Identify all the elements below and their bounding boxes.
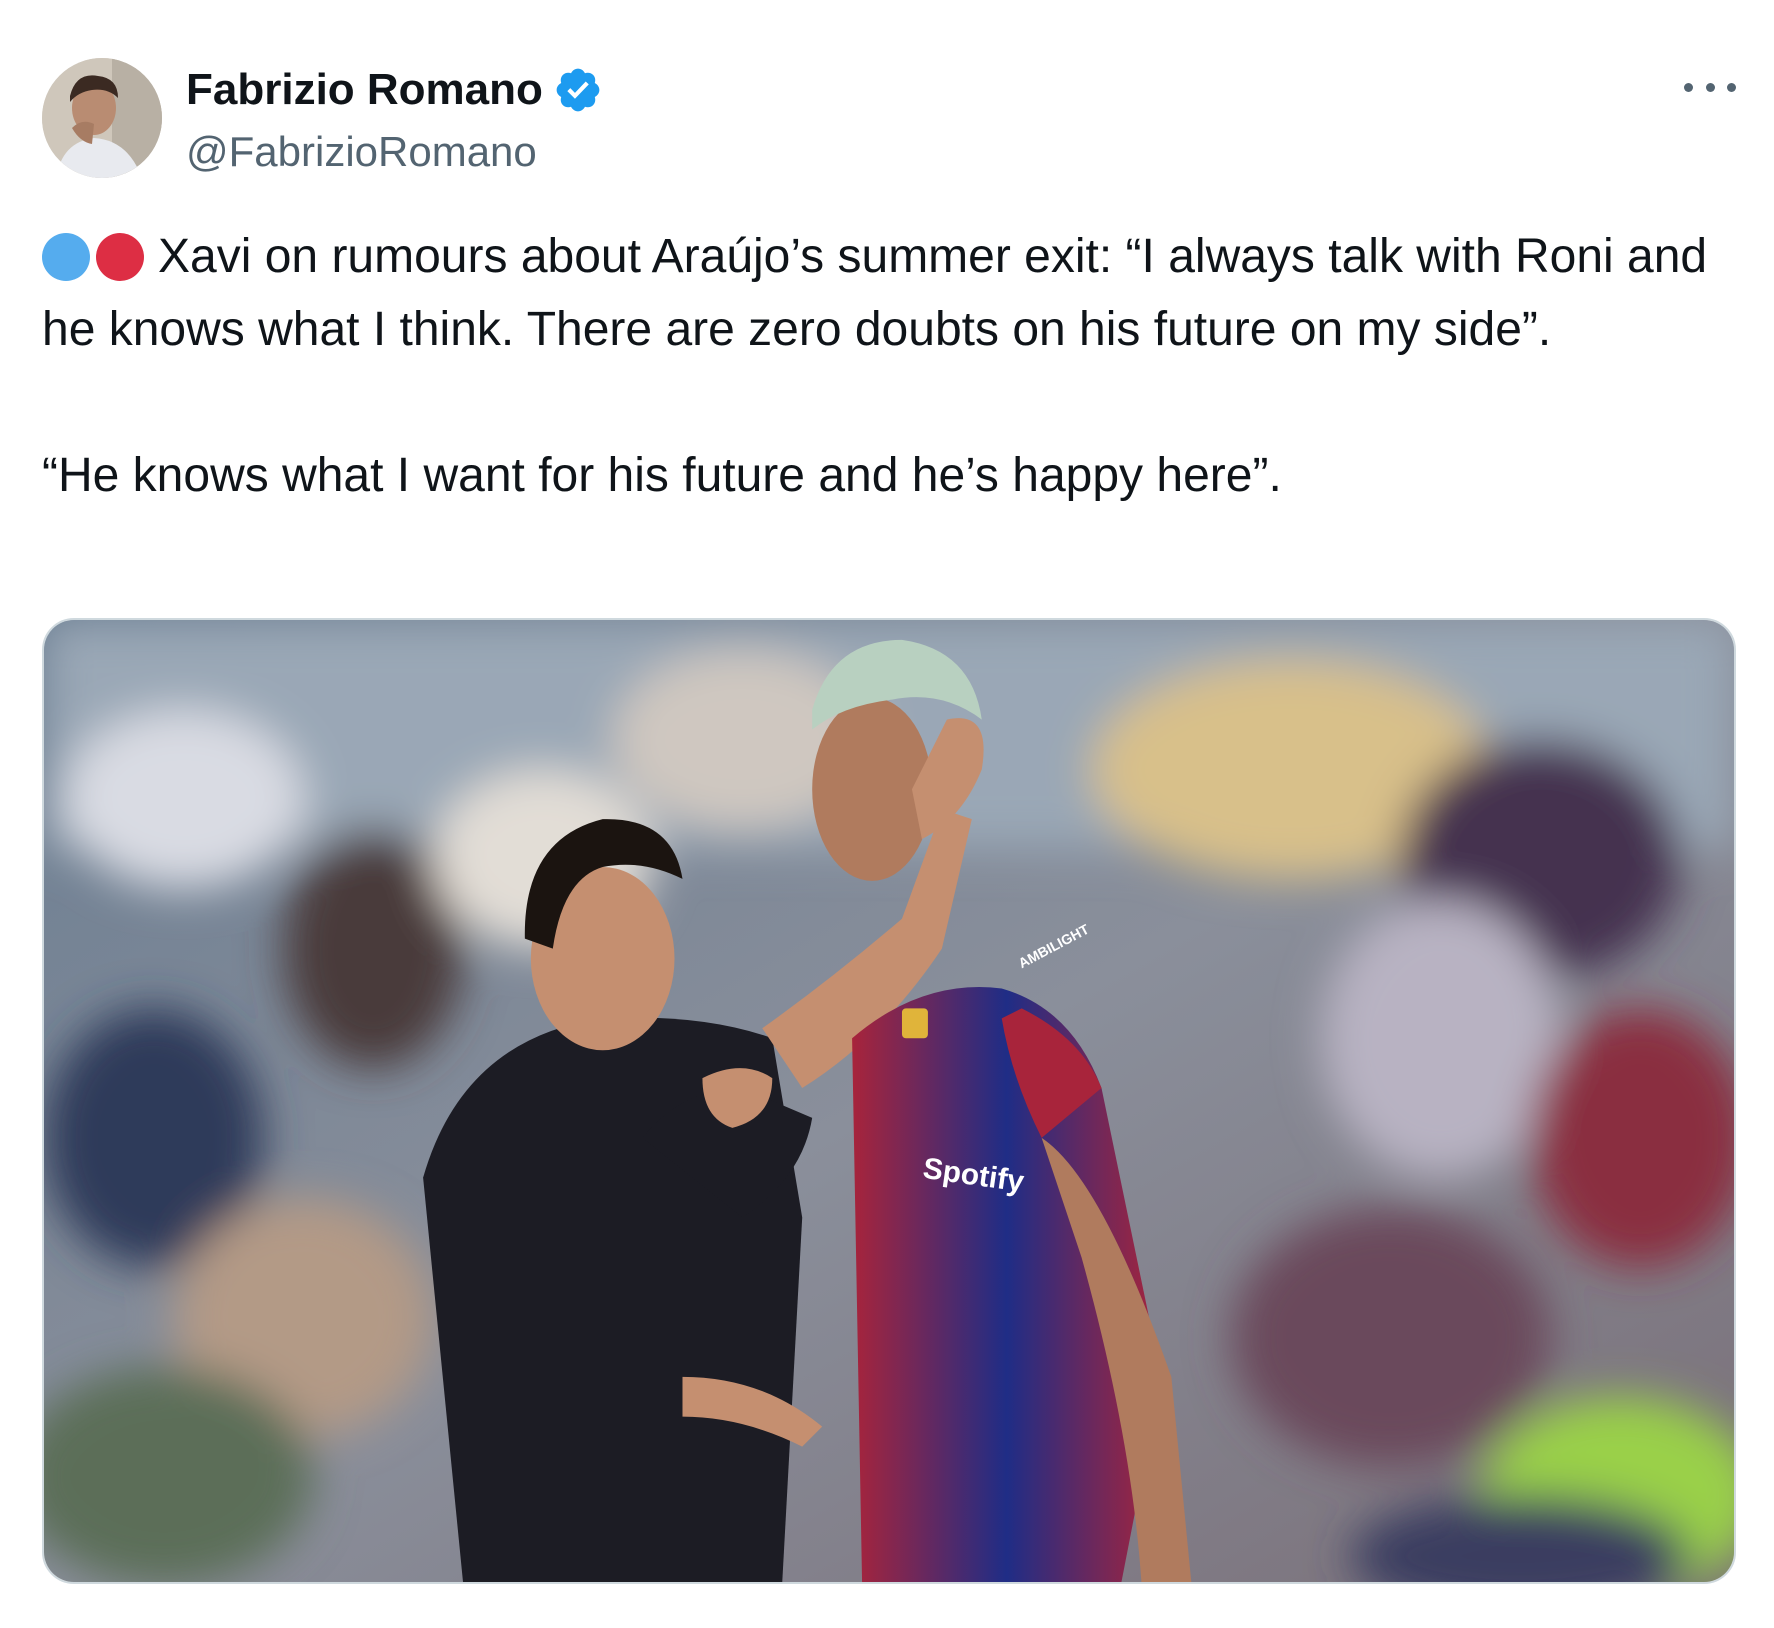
tweet-paragraph-1-text: Xavi on rumours about Araújo’s summer ex… [42,230,1708,356]
tweet-paragraph-1: Xavi on rumours about Araújo’s summer ex… [42,220,1742,366]
red-circle-emoji-icon [96,233,144,281]
tweet-card: Fabrizio Romano @FabrizioRomano Xavi on … [0,0,1774,1628]
author-handle[interactable]: @FabrizioRomano [186,126,537,178]
more-options-button[interactable] [1684,72,1736,102]
photo-image: Spotify AMBILIGHT [44,620,1734,1582]
verified-badge-icon [556,68,600,112]
author-name[interactable]: Fabrizio Romano [186,62,543,118]
avatar-image [42,58,162,178]
more-dot-icon [1727,82,1736,92]
more-dot-icon [1684,82,1693,92]
blue-circle-emoji-icon [42,233,90,281]
tweet-media-photo[interactable]: Spotify AMBILIGHT [42,618,1736,1584]
more-dot-icon [1705,82,1715,92]
author-avatar[interactable] [42,58,162,178]
tweet-text: Xavi on rumours about Araújo’s summer ex… [42,220,1742,512]
tweet-paragraph-2: “He knows what I want for his future and… [42,449,1282,502]
